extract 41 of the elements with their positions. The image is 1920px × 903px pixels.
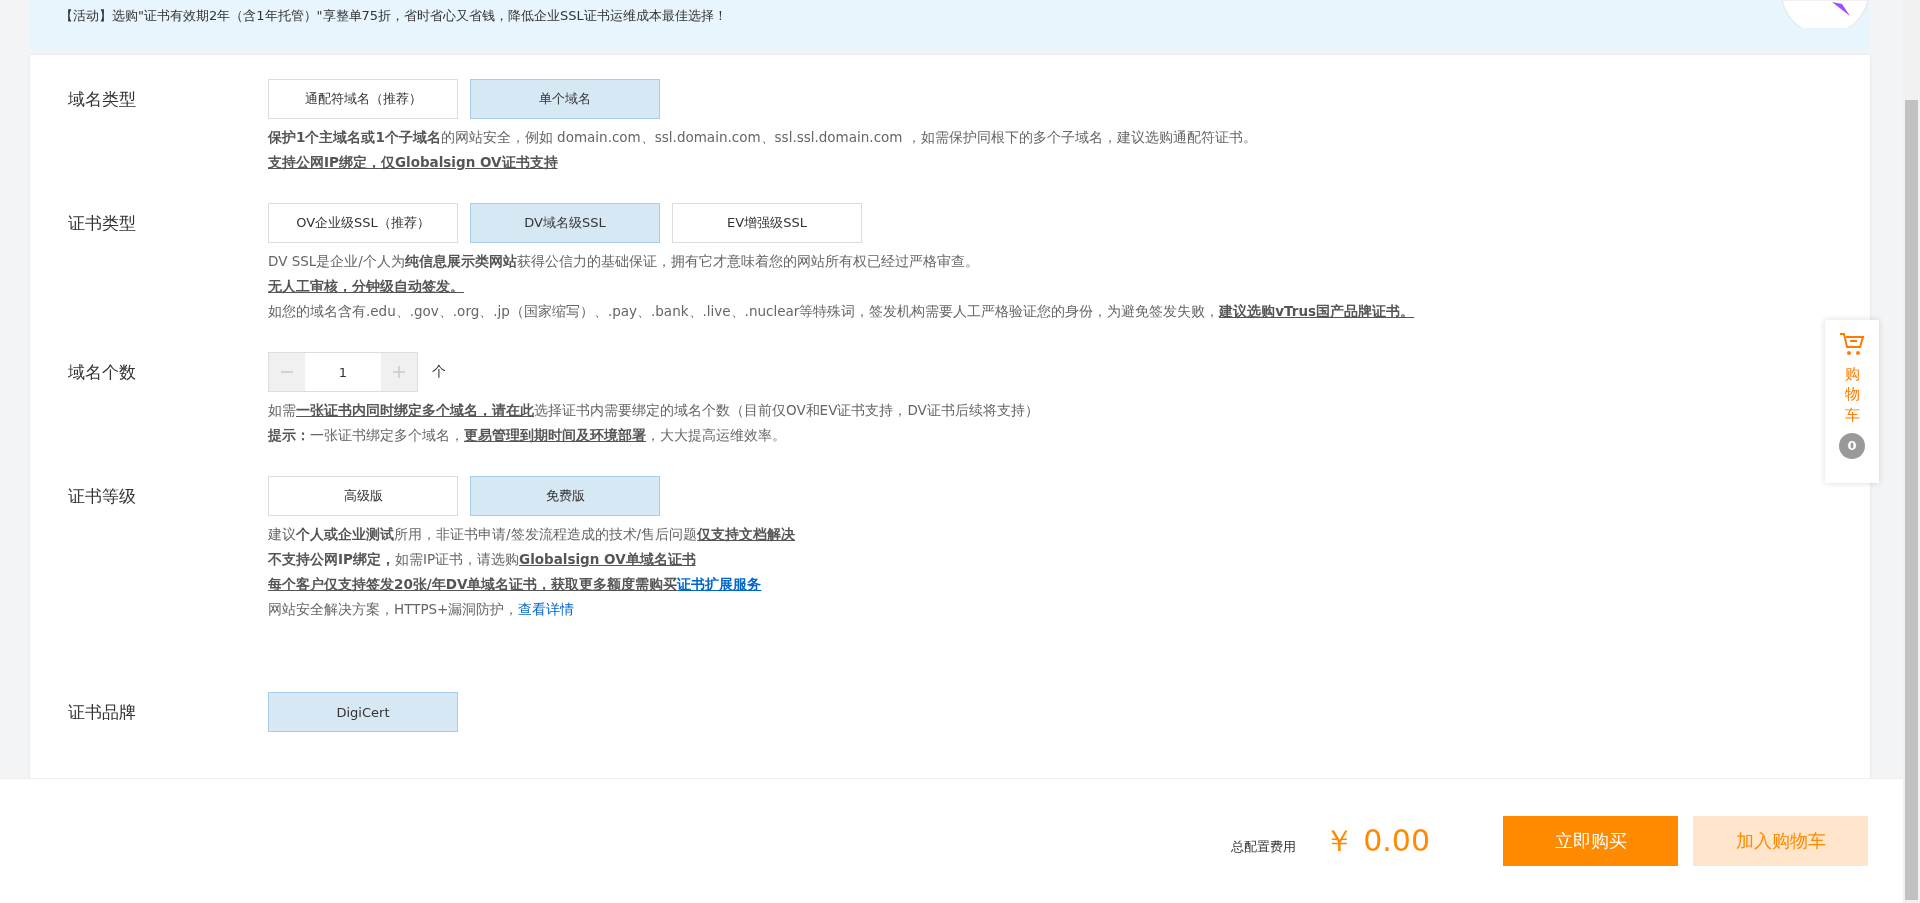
section-label: 域名个数 xyxy=(68,361,137,384)
option-button[interactable]: 高级版 xyxy=(268,476,458,516)
description-text: DV SSL是企业/个人为纯信息展示类网站获得公信力的基础保证，拥有它才意味着您的网站所有权已经过严格审查。 xyxy=(268,252,980,271)
link[interactable]: Globalsign OV单域名证书 xyxy=(519,551,696,567)
scrollbar[interactable] xyxy=(1903,0,1920,903)
cart-icon xyxy=(1839,332,1865,358)
option-button[interactable]: 单个域名 xyxy=(470,79,660,119)
promo-text: 【活动】选购"证书有效期2年（含1年托管）"享整单75折，省时省心又省钱，降低企业SSL证书运维成本最佳选择！ xyxy=(60,7,727,25)
option-button[interactable]: DigiCert xyxy=(268,692,458,732)
description-text: 建议个人或企业测试所用，非证书申请/签发流程造成的技术/售后问题仅支持文档解决 xyxy=(268,525,797,544)
link[interactable]: 无人工审核，分钟级自动签发。 xyxy=(268,278,464,294)
description-text: 网站安全解决方案，HTTPS+漏洞防护，查看详情 xyxy=(268,600,576,619)
quantity-stepper[interactable]: 1 xyxy=(268,352,418,392)
link[interactable]: 支持公网IP绑定，仅Globalsign OV证书支持 xyxy=(268,154,558,170)
description-text: 保护1个主域名或1个子域名 的网站安全，例如 domain.com、ssl.domain.com、ssl.ssl.domain.com ，如需保护同根下的多个子域名，建议选购通配符证书。 xyxy=(268,128,1258,147)
link[interactable]: 建议选购vTrus国产品牌证书。 xyxy=(1219,303,1415,319)
section-label: 域名类型 xyxy=(68,88,137,111)
decrement-button[interactable] xyxy=(269,353,305,391)
description-text: 如您的域名含有.edu、.gov、.org、.jp（国家缩写）、.pay、.bank、.live、.nuclear等特殊词，签发机构需要人工严格验证您的身份，为避免签发失败，建议选购vTrus国产品牌证书。 xyxy=(268,302,1416,321)
total-label: 总配置费用 xyxy=(1230,838,1296,856)
cart-count-badge: 0 xyxy=(1839,432,1865,459)
option-button[interactable]: 免费版 xyxy=(470,476,660,516)
option-button[interactable]: EV增强级SSL xyxy=(672,203,862,243)
section-label: 证书品牌 xyxy=(68,701,137,724)
unit-label: 个 xyxy=(432,363,446,381)
section-label: 证书等级 xyxy=(68,485,137,508)
link[interactable]: 每个客户仅支持签发20张/年DV单域名证书，获取更多额度需购买 xyxy=(268,576,678,592)
link[interactable]: 一张证书内同时绑定多个域名，请在此 xyxy=(296,402,534,418)
option-button[interactable]: DV域名级SSL xyxy=(470,203,660,243)
link[interactable]: 查看详情 xyxy=(518,601,575,617)
link[interactable]: 更易管理到期时间及环境部署 xyxy=(464,427,646,443)
option-button[interactable]: OV企业级SSL（推荐） xyxy=(268,203,458,243)
option-button[interactable]: 通配符域名（推荐） xyxy=(268,79,458,119)
link[interactable]: 证书扩展服务 xyxy=(677,576,762,592)
total-price: ￥ 0.00 xyxy=(1323,821,1430,860)
section-label: 证书类型 xyxy=(68,212,137,235)
cart-label: 购物车 xyxy=(1844,364,1860,425)
increment-button[interactable] xyxy=(381,353,417,391)
plus-icon xyxy=(392,365,406,379)
description-text: 不支持公网IP绑定，如需IP证书，请选购Globalsign OV单域名证书 xyxy=(268,550,697,569)
link[interactable]: 仅支持文档解决 xyxy=(697,526,796,542)
